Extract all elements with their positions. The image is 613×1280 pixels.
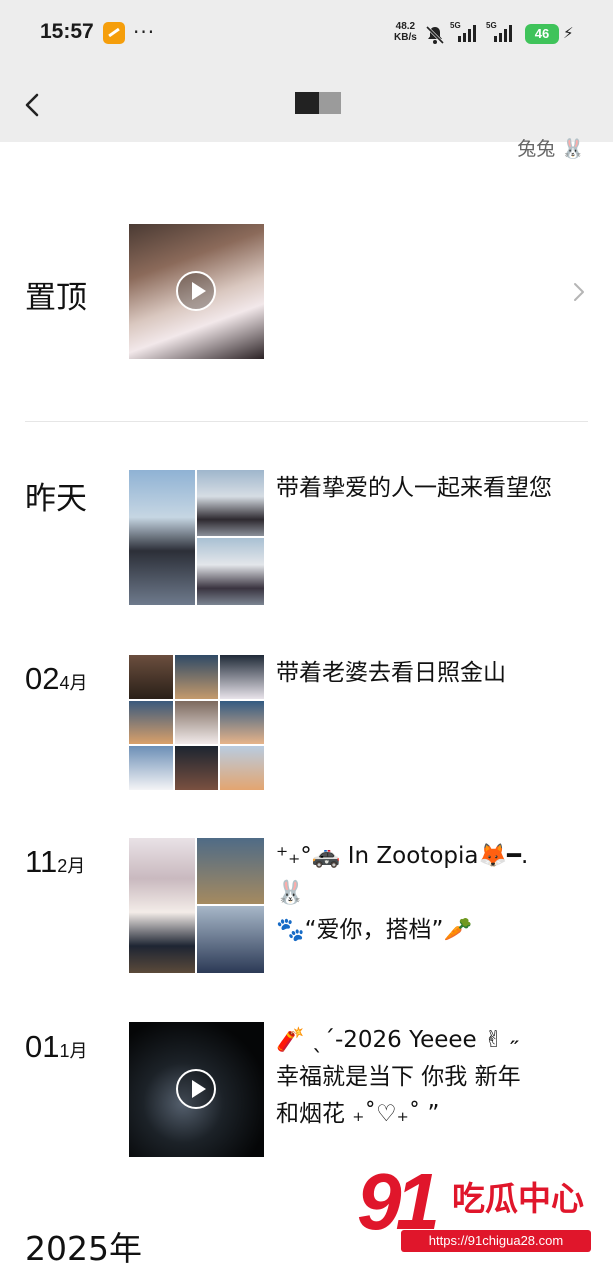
watermark-url: https://91chigua28.com [401,1230,591,1252]
network-speed-value: 48.2 [395,21,416,32]
post-text-line: 🧨 ˎˊ-2026 Yeeee ✌︎ ˶ [276,1027,519,1053]
post-date-month: 1月 [59,1041,88,1061]
post-thumbnail-grid[interactable] [129,655,264,790]
post-text: 带着老婆去看日照金山 [276,660,506,686]
post-text-line: 🐰 [276,880,305,906]
post-date: 011月 [25,1028,88,1065]
chevron-right-icon[interactable] [570,280,588,304]
post-date-day: 01 [25,1029,60,1064]
network-speed-unit: KB/s [394,32,417,43]
post-date-day: 02 [25,661,60,696]
charging-bolt-icon: ⚡ [563,24,574,42]
mute-bell-icon [425,25,445,45]
back-arrow-icon[interactable] [18,90,48,120]
page-title-redacted [295,92,341,114]
more-notifications-icon: ··· [133,20,156,44]
profile-signature: 兔兔 🐰 [517,138,585,160]
section-divider [25,421,588,422]
play-icon[interactable] [176,1069,216,1109]
post-date: 024月 [25,660,88,697]
post-thumbnail-grid[interactable] [129,470,264,605]
post-video-thumbnail[interactable] [129,1022,264,1157]
watermark-name: 吃瓜中心 [452,1179,584,1218]
post-date-month: 2月 [57,856,86,876]
app-notification-icon [103,22,125,44]
post-text: 带着挚爱的人一起来看望您 [276,475,552,501]
post-text-line: 和烟花 ₊˚♡₊˚ ” [276,1101,440,1127]
navigation-bar [0,70,613,142]
post-text-line: 幸福就是当下 你我 新年 [276,1064,521,1090]
post-text: ⁺₊°🚓 In Zootopia🦊━. 🐰 🐾“爱你，搭档”🥕 [276,838,594,949]
post-text-line: ⁺₊°🚓 In Zootopia🦊━. [276,843,529,869]
pinned-video-thumbnail[interactable] [129,224,264,359]
pinned-label: 置顶 [25,280,87,316]
post-date-yesterday: 昨天 [25,481,87,517]
post-text: 🧨 ˎˊ-2026 Yeeee ✌︎ ˶ 幸福就是当下 你我 新年 和烟花 ₊˚… [276,1022,594,1133]
year-section-label: 2025年 [25,1229,142,1268]
battery-indicator: 46 [525,24,559,44]
post-thumbnail-grid[interactable] [129,838,264,973]
site-watermark: 91 吃瓜中心 https://91chigua28.com [357,1162,595,1262]
post-date-day: 11 [25,844,58,879]
play-icon[interactable] [176,271,216,311]
network-speed: 48.2 KB/s [394,21,417,43]
status-bar: 15:57 ··· 48.2 KB/s 5G 5G 46 ⚡ [0,0,613,70]
post-date-month: 4月 [59,673,88,693]
status-time: 15:57 [40,20,94,43]
post-text-line: 🐾“爱你，搭档”🥕 [276,917,473,943]
post-date: 112月 [25,843,85,880]
